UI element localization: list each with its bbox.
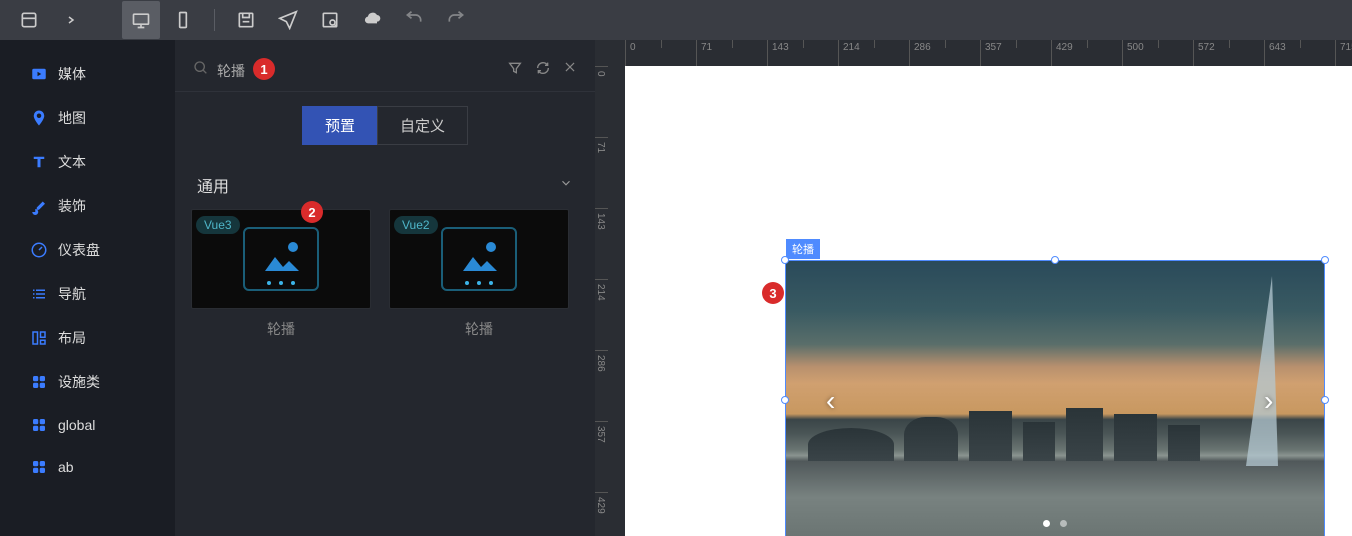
vue-tag: Vue2	[394, 216, 438, 234]
card-thumbnail: Vue3	[191, 209, 371, 309]
sidebar-item-media[interactable]: 媒体	[0, 52, 175, 96]
list-icon	[30, 285, 48, 303]
mobile-view-button[interactable]	[164, 1, 202, 39]
sidebar-item-facilities[interactable]: 设施类	[0, 360, 175, 404]
carousel-next-button[interactable]: ›	[1264, 385, 1284, 415]
sidebar-nav: 媒体 地图 文本 装饰 仪表盘 导航 布局 设施类	[0, 40, 175, 536]
close-icon[interactable]	[563, 60, 577, 81]
sidebar-item-global[interactable]: global	[0, 404, 175, 446]
refresh-icon[interactable]	[535, 60, 551, 81]
filter-icon[interactable]	[507, 60, 523, 81]
sidebar-item-label: 文本	[58, 152, 86, 172]
card-label: 轮播	[191, 309, 371, 349]
sidebar-item-layout[interactable]: 布局	[0, 316, 175, 360]
divider	[214, 9, 215, 31]
brush-icon	[30, 197, 48, 215]
send-button[interactable]	[269, 1, 307, 39]
layout-icon	[30, 329, 48, 347]
sidebar-item-label: ab	[58, 459, 74, 475]
component-label: 轮播	[786, 239, 820, 259]
sidebar-item-label: 设施类	[58, 372, 100, 392]
resize-handle[interactable]	[1051, 256, 1059, 264]
save-button[interactable]	[227, 1, 265, 39]
resize-handle[interactable]	[781, 396, 789, 404]
canvas[interactable]: 3 轮播 ‹ ›	[625, 66, 1352, 536]
redo-button[interactable]	[437, 1, 475, 39]
grid-icon	[30, 373, 48, 391]
play-icon	[30, 65, 48, 83]
tab-preset[interactable]: 预置	[302, 106, 377, 145]
ruler-corner	[595, 40, 625, 66]
tab-custom[interactable]: 自定义	[377, 106, 468, 145]
sidebar-item-gauge[interactable]: 仪表盘	[0, 228, 175, 272]
sidebar-item-map[interactable]: 地图	[0, 96, 175, 140]
sidebar-item-navigation[interactable]: 导航	[0, 272, 175, 316]
search-icon	[193, 60, 209, 81]
ruler-horizontal: 0 71 143 214 286 357 429 500 572 643 715…	[625, 40, 1352, 66]
sidebar-item-label: 装饰	[58, 196, 86, 216]
sidebar-item-label: global	[58, 417, 95, 433]
text-icon	[30, 153, 48, 171]
carousel-image: ‹ ›	[786, 261, 1324, 536]
resize-handle[interactable]	[781, 256, 789, 264]
annotation-badge-2: 2	[301, 201, 323, 223]
resize-handle[interactable]	[1321, 256, 1329, 264]
component-group: 通用 Vue3 2 轮播 Vue2	[175, 167, 595, 349]
carousel-component[interactable]: 轮播 ‹ ›	[785, 260, 1325, 536]
panel-tabs: 预置 自定义	[175, 92, 595, 167]
component-card[interactable]: Vue3 2 轮播	[191, 209, 371, 349]
logo-icon[interactable]	[10, 1, 48, 39]
desktop-view-button[interactable]	[122, 1, 160, 39]
group-header[interactable]: 通用	[191, 167, 579, 209]
sidebar-item-label: 导航	[58, 284, 86, 304]
ruler-vertical: 0 71 143 214 286 357 429 500	[595, 66, 625, 536]
sidebar-item-label: 媒体	[58, 64, 86, 84]
carousel-pager[interactable]	[1043, 520, 1067, 527]
annotation-badge-3: 3	[762, 282, 784, 304]
vue-tag: Vue3	[196, 216, 240, 234]
gauge-icon	[30, 241, 48, 259]
annotation-badge-1: 1	[253, 58, 275, 80]
grid-icon	[30, 416, 48, 434]
resize-handle[interactable]	[1321, 396, 1329, 404]
group-title: 通用	[197, 173, 229, 197]
component-panel: 1 预置 自定义 通用 Vue3	[175, 40, 595, 536]
cloud-upload-button[interactable]	[353, 1, 391, 39]
undo-button[interactable]	[395, 1, 433, 39]
sidebar-item-label: 仪表盘	[58, 240, 100, 260]
logo-dropdown-icon[interactable]	[52, 1, 90, 39]
component-card[interactable]: Vue2 轮播	[389, 209, 569, 349]
carousel-prev-button[interactable]: ‹	[826, 385, 846, 415]
top-toolbar	[0, 0, 1352, 40]
card-label: 轮播	[389, 309, 569, 349]
search-row: 1	[175, 40, 595, 92]
sidebar-item-ab[interactable]: ab	[0, 446, 175, 488]
pin-icon	[30, 109, 48, 127]
sidebar-item-label: 地图	[58, 108, 86, 128]
preview-button[interactable]	[311, 1, 349, 39]
sidebar-item-decoration[interactable]: 装饰	[0, 184, 175, 228]
grid-icon	[30, 458, 48, 476]
canvas-area: 0 71 143 214 286 357 429 500 572 643 715…	[595, 40, 1352, 536]
card-thumbnail: Vue2	[389, 209, 569, 309]
sidebar-item-label: 布局	[58, 328, 86, 348]
sidebar-item-text[interactable]: 文本	[0, 140, 175, 184]
chevron-down-icon	[559, 176, 573, 195]
